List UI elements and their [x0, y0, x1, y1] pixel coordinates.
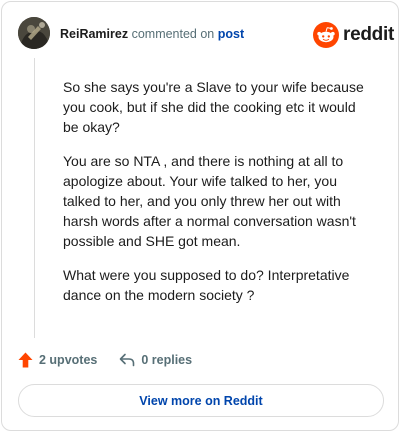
view-more-button[interactable]: View more on Reddit [18, 384, 384, 417]
post-link[interactable]: post [218, 27, 244, 41]
upvote-arrow-icon [18, 352, 33, 368]
avatar[interactable] [18, 17, 50, 49]
comment-paragraph: You are so NTA , and there is nothing at… [63, 153, 356, 249]
action-text: commented on [131, 27, 215, 41]
comment-embed-card: ReiRamirez commented on post reddit So s… [1, 1, 399, 431]
username-link[interactable]: ReiRamirez [60, 27, 128, 41]
upvote-button[interactable]: 2 upvotes [18, 352, 97, 368]
reddit-wordmark: reddit [343, 24, 394, 45]
comment-paragraph: What were you supposed to do? Interpreta… [63, 267, 350, 303]
reply-arrow-icon [120, 353, 135, 367]
reddit-snoo-icon [313, 22, 339, 48]
reddit-logo[interactable]: reddit [313, 22, 394, 48]
upvote-count: 2 upvotes [39, 353, 98, 367]
comment-byline: ReiRamirez commented on post [60, 27, 244, 41]
comment-paragraph: So she says you're a Slave to your wife … [63, 79, 364, 135]
comment-actions: 2 upvotes 0 replies [18, 351, 192, 369]
reply-button[interactable]: 0 replies [119, 353, 192, 367]
thread-line [34, 58, 35, 338]
reply-count: 0 replies [141, 353, 193, 367]
comment-body: So she says you're a Slave to your wife … [63, 77, 373, 319]
